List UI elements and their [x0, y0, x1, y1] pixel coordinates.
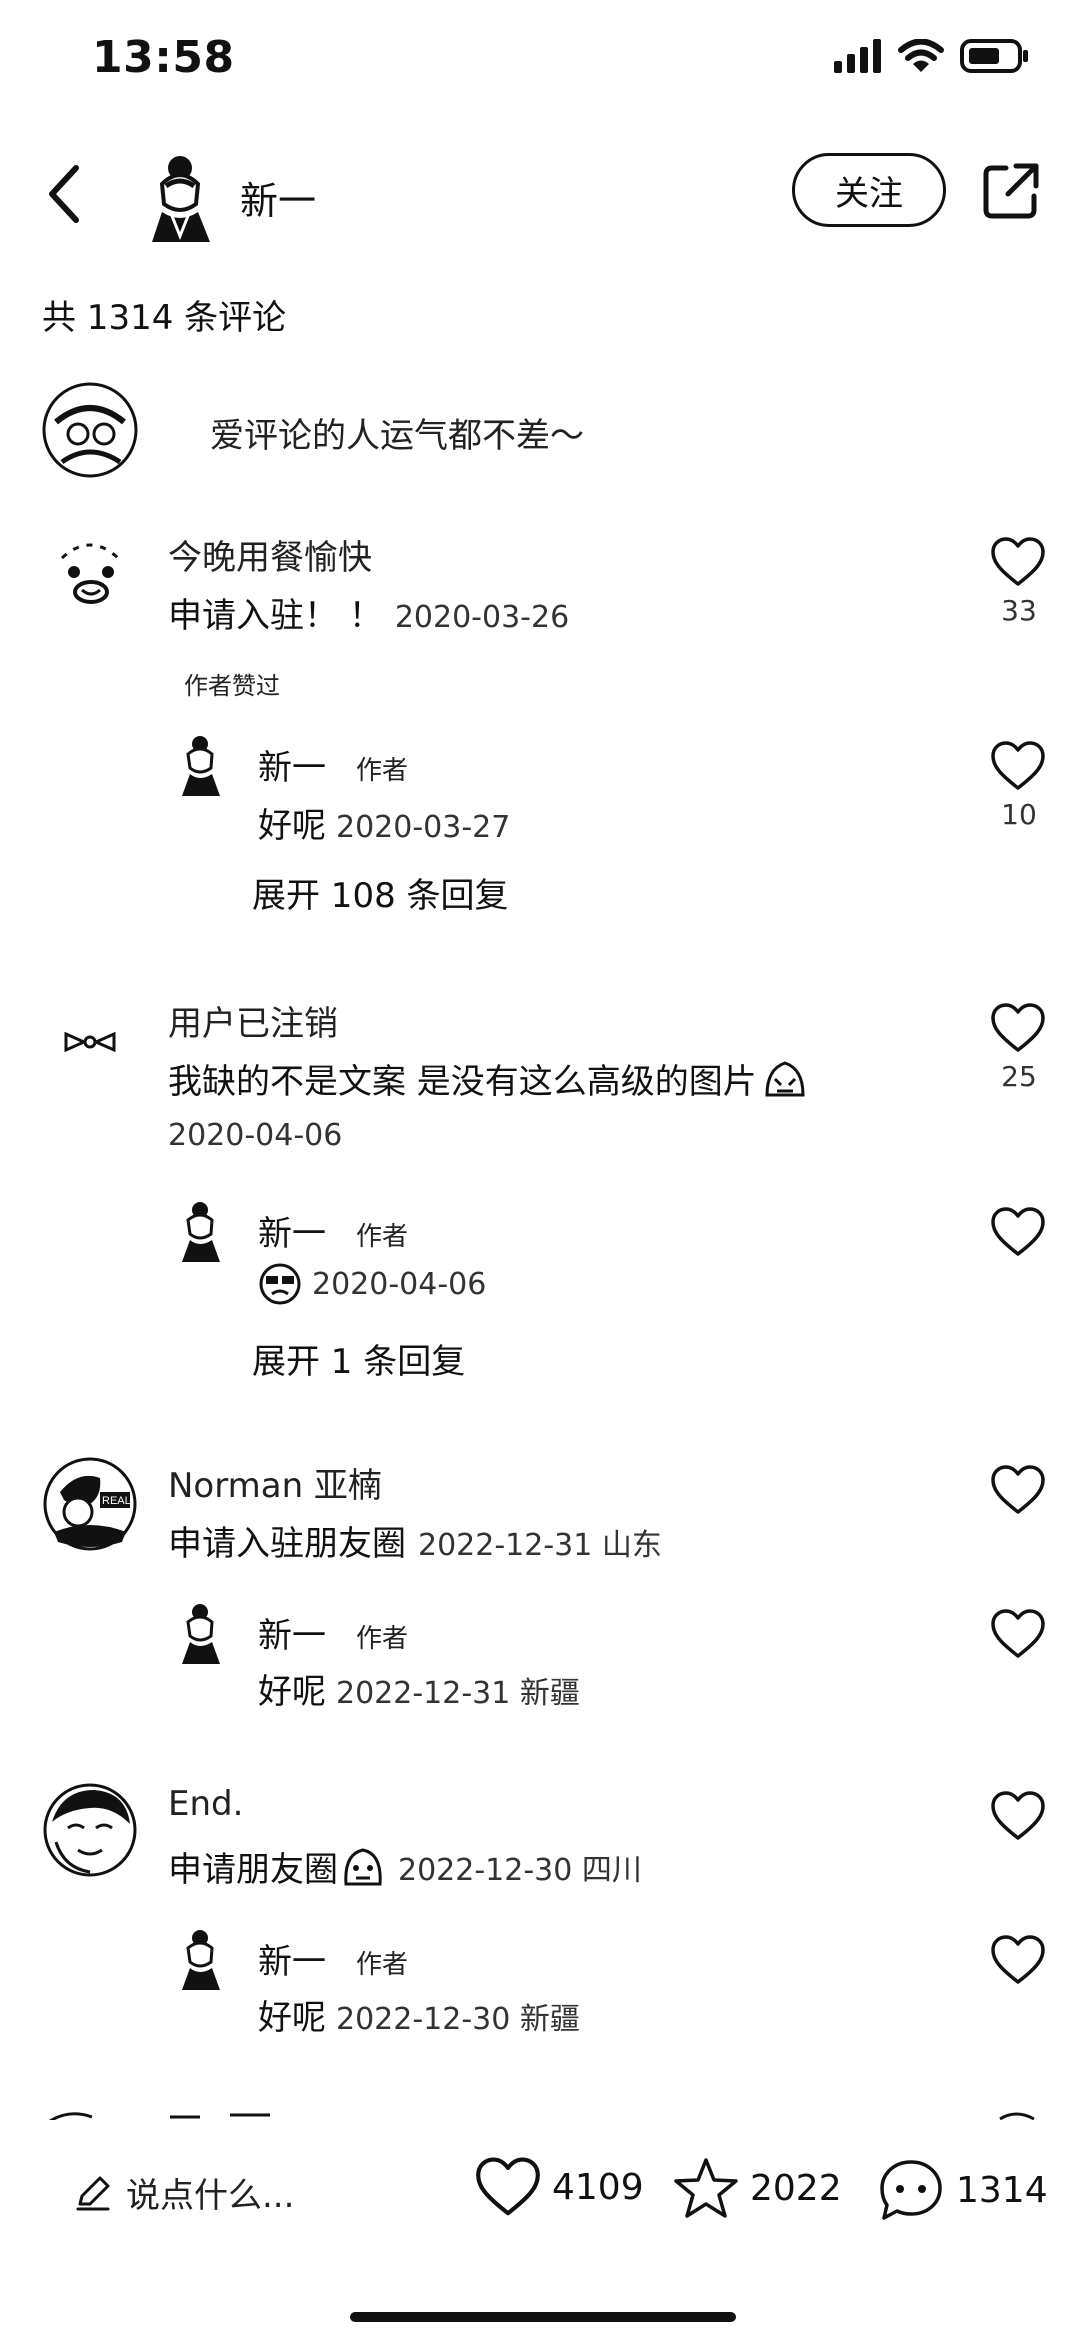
heart-icon[interactable]	[474, 2156, 542, 2218]
reply-body: 好呢	[258, 806, 326, 846]
author-tag: 作者	[356, 756, 409, 786]
comment-input-placeholder[interactable]: 说点什么...	[126, 2168, 294, 2217]
reply-name[interactable]: 新一	[258, 1942, 326, 1982]
like-count: 33	[1001, 594, 1037, 627]
partial-avatar	[49, 2112, 1035, 2120]
comment-date: 2022-12-30 四川	[398, 1852, 642, 1888]
commenter-avatar[interactable]: REAL	[42, 1456, 138, 1552]
reply-author-name: 新一 作者	[258, 740, 408, 789]
reply-text: 好呢 2020-03-27	[258, 798, 510, 847]
author-avatar[interactable]	[172, 1600, 232, 1666]
author-avatar[interactable]	[132, 146, 232, 246]
svg-text:REAL: REAL	[102, 1495, 131, 1507]
reply-text: 2020-04-06	[258, 1262, 486, 1306]
like-count: 10	[1001, 798, 1037, 831]
sticker-icon	[765, 1060, 805, 1096]
expand-replies[interactable]: 展开 108 条回复	[252, 868, 509, 917]
commenter-avatar[interactable]	[42, 1782, 138, 1878]
author-tag: 作者	[356, 1222, 409, 1252]
reply-text: 好呢 2022-12-30 新疆	[258, 1990, 580, 2039]
heart-icon[interactable]	[990, 1608, 1046, 1660]
author-tag: 作者	[356, 1950, 409, 1980]
comment-text: 我缺的不是文案 是没有这么高级的图片	[168, 1054, 809, 1103]
comment-prompt-text[interactable]: 爱评论的人运气都不差～	[210, 408, 584, 457]
author-liked-badge: 作者赞过	[184, 672, 280, 700]
comment-input[interactable]: 说点什么...	[74, 2168, 294, 2217]
star-stat[interactable]: 2022	[672, 2156, 842, 2220]
like-stat[interactable]: 4109	[474, 2156, 644, 2218]
reply-author-name: 新一 作者	[258, 1934, 408, 1983]
author-avatar[interactable]	[172, 732, 232, 798]
comment-date: 2020-03-26	[394, 600, 570, 635]
comment-text: 申请朋友圈 2022-12-30 四川	[168, 1842, 642, 1891]
author-tag: 作者	[356, 1624, 409, 1654]
bottom-bar: 说点什么... 4109 2022 1314	[0, 2120, 1080, 2270]
author-name[interactable]: 新一	[240, 170, 316, 225]
commenter-name[interactable]: 今晚用餐愉快	[168, 530, 372, 579]
reply-name[interactable]: 新一	[258, 1214, 326, 1254]
reply-name[interactable]: 新一	[258, 748, 326, 788]
reply-author-name: 新一 作者	[258, 1608, 408, 1657]
comment-date: 2022-12-31 山东	[418, 1528, 662, 1563]
reply-text: 好呢 2022-12-31 新疆	[258, 1664, 580, 1713]
battery-icon	[960, 39, 1028, 73]
heart-icon[interactable]	[990, 1934, 1046, 1986]
wifi-icon	[898, 39, 944, 72]
back-icon[interactable]	[42, 162, 90, 226]
commenter-avatar[interactable]	[42, 528, 138, 624]
reply-date: 2020-04-06	[312, 1266, 487, 1302]
reply-date: 2022-12-31 新疆	[336, 1676, 580, 1711]
sticker-icon	[259, 1263, 301, 1305]
comment-body: 申请入驻！ ！	[168, 596, 383, 636]
heart-icon[interactable]	[990, 536, 1046, 588]
total-comments: 共 1314 条评论	[42, 298, 287, 338]
reply-name[interactable]: 新一	[258, 1616, 326, 1656]
comment-text: 申请入驻朋友圈 2022-12-31 山东	[168, 1516, 662, 1565]
comment-prompt[interactable]: 爱评论的人运气都不差～	[42, 382, 1042, 482]
user-avatar	[42, 382, 138, 478]
pencil-icon	[76, 2176, 110, 2210]
expand-replies[interactable]: 展开 1 条回复	[252, 1334, 465, 1383]
comment-icon[interactable]	[876, 2156, 946, 2224]
comment-body: 申请朋友圈	[168, 1850, 338, 1890]
header: 新一 关注	[0, 140, 1080, 250]
commenter-name[interactable]: Norman 亚楠	[168, 1458, 382, 1507]
status-icons	[834, 38, 1030, 74]
reply-date: 2020-03-27	[336, 810, 511, 845]
commenter-name[interactable]: End.	[168, 1784, 243, 1824]
heart-icon[interactable]	[990, 1464, 1046, 1516]
reply-date: 2022-12-30 新疆	[336, 2002, 580, 2037]
star-icon[interactable]	[672, 2156, 740, 2220]
signal-icon	[834, 39, 881, 73]
share-icon[interactable]	[980, 160, 1042, 222]
status-bar: 13:58	[0, 0, 1080, 120]
reply-body: 好呢	[258, 1998, 326, 2038]
star-total: 2022	[750, 2167, 842, 2209]
comment-date: 2020-04-06	[168, 1118, 343, 1153]
comment-total: 1314	[956, 2169, 1048, 2211]
heart-icon[interactable]	[990, 1206, 1046, 1258]
home-indicator[interactable]	[350, 2312, 736, 2322]
reply-body: 好呢	[258, 1672, 326, 1712]
sticker-icon	[344, 1847, 382, 1885]
heart-icon[interactable]	[990, 740, 1046, 792]
like-count: 25	[1001, 1060, 1037, 1093]
reply-author-name: 新一 作者	[258, 1206, 408, 1255]
like-total: 4109	[552, 2166, 644, 2208]
comment-text: 申请入驻！ ！ 2020-03-26	[168, 588, 569, 637]
author-avatar[interactable]	[172, 1198, 232, 1264]
author-avatar[interactable]	[172, 1926, 232, 1992]
comment-stat[interactable]: 1314	[876, 2156, 1048, 2224]
status-time: 13:58	[92, 32, 235, 83]
comment-body: 我缺的不是文案 是没有这么高级的图片	[168, 1062, 757, 1102]
commenter-name[interactable]: 用户已注销	[168, 996, 338, 1045]
next-comment-partial	[0, 2106, 1080, 2120]
heart-icon[interactable]	[990, 1002, 1046, 1054]
heart-icon[interactable]	[990, 1790, 1046, 1842]
comment-body: 申请入驻朋友圈	[168, 1524, 406, 1564]
follow-button[interactable]: 关注	[792, 153, 946, 227]
commenter-avatar[interactable]	[42, 994, 138, 1090]
